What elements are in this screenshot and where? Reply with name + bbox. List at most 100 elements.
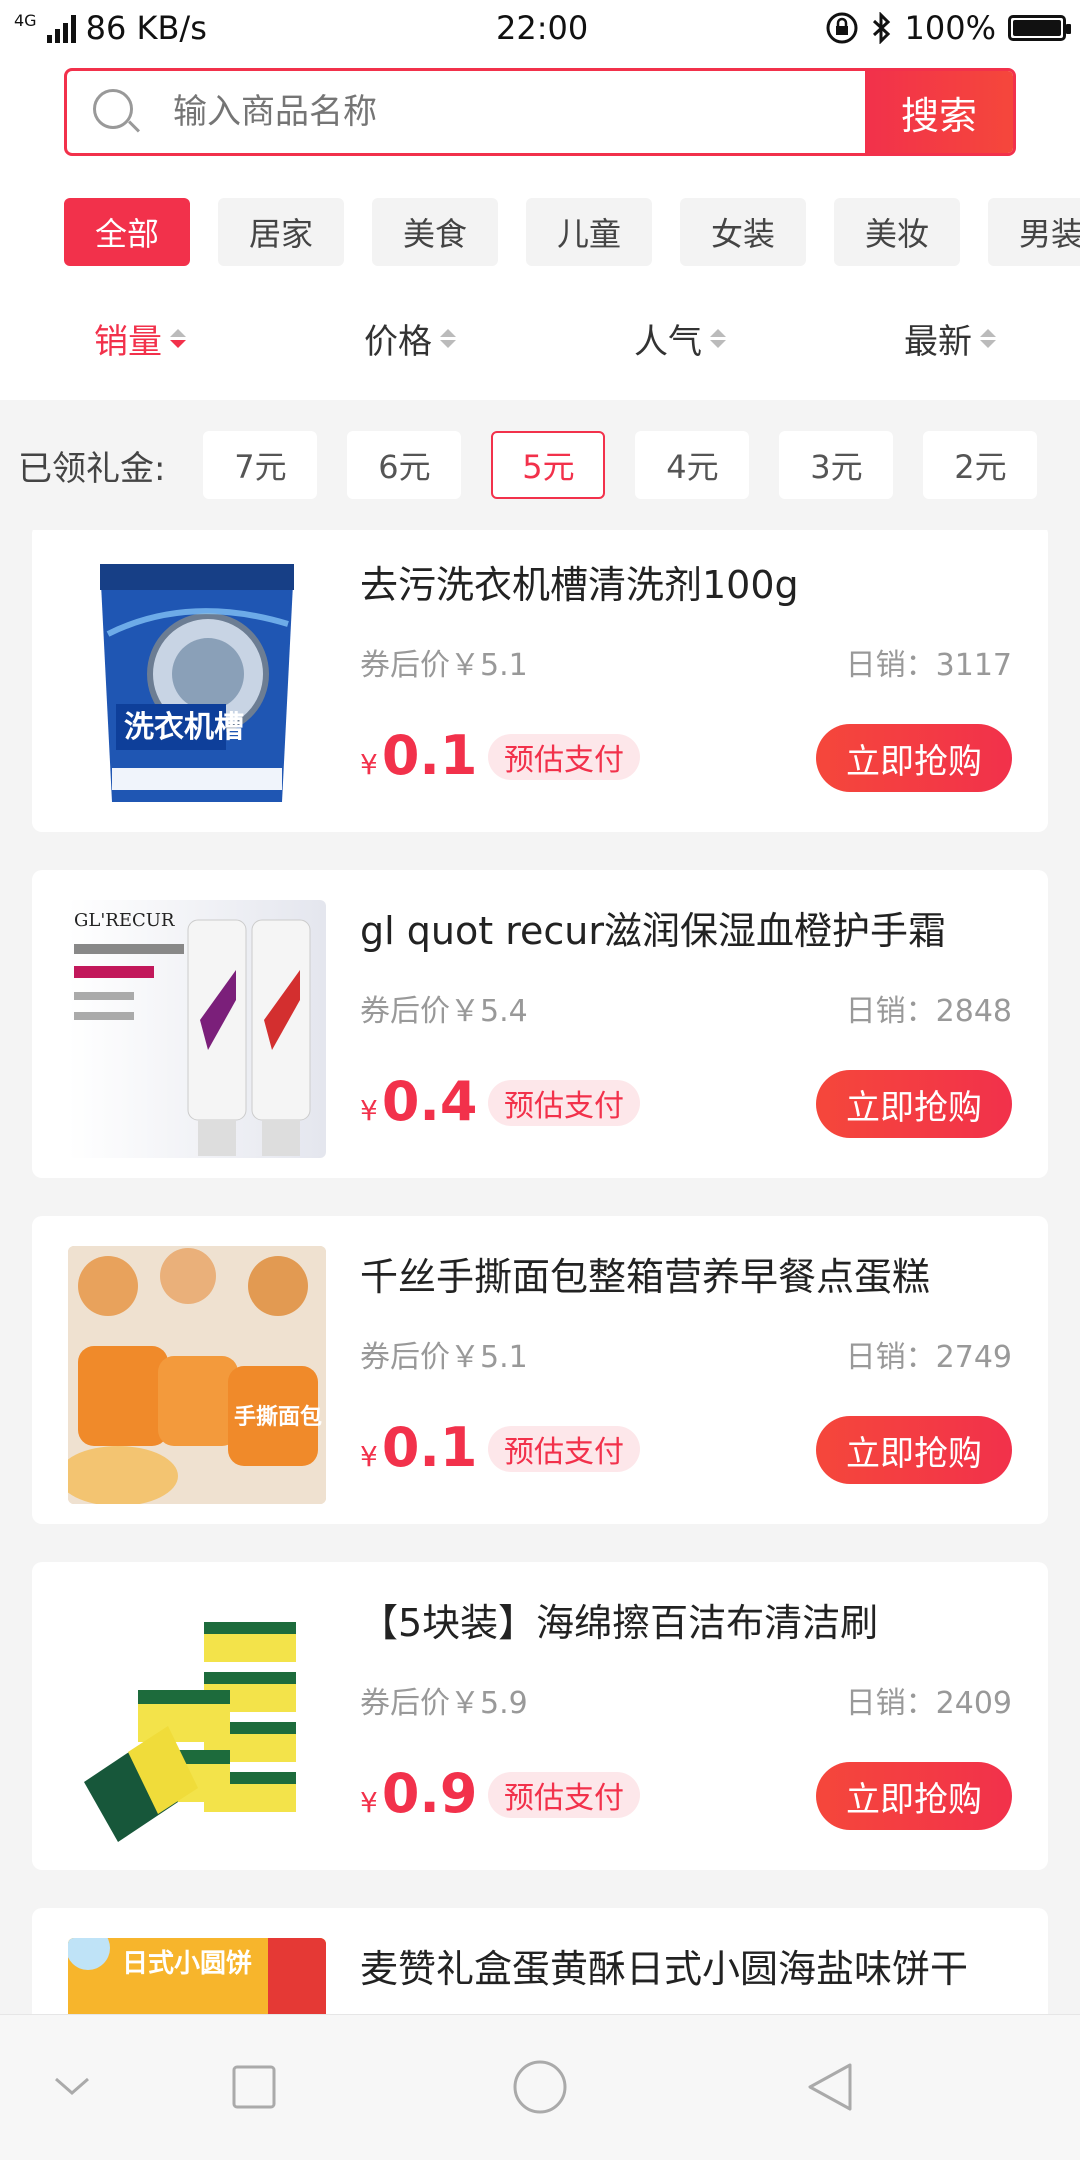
product-card[interactable]: 洗衣机槽 去污洗衣机槽清洗剂100g 券后价￥5.1 日销：3117 ¥ 0.1… [32, 530, 1048, 832]
sort-bar: 销量 价格 人气 最新 [0, 314, 1080, 374]
product-image-label: GL'RECUR [74, 910, 175, 931]
product-meta: 券后价￥5.1 日销：3117 [360, 640, 1012, 684]
category-tab-home[interactable]: 居家 [218, 198, 344, 266]
product-title[interactable]: 千丝手撕面包整箱营养早餐点蛋糕 [360, 1246, 930, 1301]
battery-percent: 100% [904, 9, 996, 47]
bluetooth-icon [872, 12, 890, 44]
category-tab-beauty[interactable]: 美妆 [834, 198, 960, 266]
product-meta: 券后价￥5.1 日销：2749 [360, 1332, 1012, 1376]
gift-option-7[interactable]: 7元 [203, 431, 318, 499]
product-price: ¥ 0.4 [360, 1070, 478, 1133]
product-image-label: 洗衣机槽 [124, 710, 244, 745]
buy-now-button[interactable]: 立即抢购 [816, 1762, 1012, 1830]
after-coupon-price: 券后价￥5.1 [360, 648, 528, 683]
after-coupon-price: 券后价￥5.9 [360, 1686, 528, 1721]
sort-sales[interactable]: 销量 [94, 314, 186, 363]
sort-sales-label: 销量 [94, 322, 162, 362]
product-price: ¥ 0.1 [360, 1416, 478, 1479]
search-bar: 搜索 [64, 68, 1016, 156]
product-meta: 券后价￥5.9 日销：2409 [360, 1678, 1012, 1722]
home-circle-icon[interactable] [508, 2055, 572, 2119]
sort-popularity-label: 人气 [634, 322, 702, 362]
recent-apps-square-icon[interactable] [222, 2055, 286, 2119]
currency-symbol: ¥ [360, 1094, 378, 1127]
daily-sales: 日销：2749 [845, 1340, 1012, 1375]
sort-arrows-icon [440, 329, 456, 348]
estimate-badge: 预估支付 [488, 1772, 640, 1818]
after-coupon-price: 券后价￥5.4 [360, 994, 528, 1029]
estimate-badge: 预估支付 [488, 734, 640, 780]
status-bar: 4G 86 KB/s 22:00 100% [0, 0, 1080, 56]
gift-option-2[interactable]: 2元 [923, 431, 1038, 499]
signal-icon [46, 13, 76, 43]
category-tab-men[interactable]: 男装 [988, 198, 1080, 266]
category-tab-all[interactable]: 全部 [64, 198, 190, 266]
sort-price[interactable]: 价格 [364, 314, 456, 363]
buy-now-button[interactable]: 立即抢购 [816, 1070, 1012, 1138]
price-value: 0.4 [381, 1070, 478, 1133]
product-image: 日式小圆饼 [68, 1938, 326, 2014]
product-title[interactable]: 麦赞礼盒蛋黄酥日式小圆海盐味饼干 [360, 1938, 968, 1993]
system-nav-bar [0, 2014, 1080, 2160]
daily-sales: 日销：2409 [845, 1686, 1012, 1721]
product-card[interactable]: GL'RECUR gl quot recur滋润保湿血橙护手霜 券后价￥5.4 … [32, 870, 1048, 1178]
network-label: 4G [14, 10, 37, 30]
buy-now-button[interactable]: 立即抢购 [816, 724, 1012, 792]
sort-newest-label: 最新 [904, 322, 972, 362]
sort-arrows-icon [170, 329, 186, 348]
gift-filter-label: 已领礼金: [18, 448, 166, 489]
product-image-label: 手撕面包 [234, 1404, 322, 1430]
search-input[interactable] [173, 92, 773, 132]
price-value: 0.9 [381, 1762, 478, 1825]
product-image: GL'RECUR [68, 900, 326, 1158]
currency-symbol: ¥ [360, 1786, 378, 1819]
estimate-badge: 预估支付 [488, 1080, 640, 1126]
after-coupon-price: 券后价￥5.1 [360, 1340, 528, 1375]
product-title[interactable]: 去污洗衣机槽清洗剂100g [360, 554, 799, 609]
status-right: 100% [825, 9, 1071, 47]
search-icon [93, 89, 141, 135]
price-value: 0.1 [381, 1416, 478, 1479]
search-button[interactable]: 搜索 [865, 71, 1013, 153]
product-price: ¥ 0.1 [360, 724, 478, 787]
product-title[interactable]: 【5块装】海绵擦百洁布清洁刷 [360, 1592, 878, 1647]
product-image: 手撕面包 [68, 1246, 326, 1504]
buy-now-button[interactable]: 立即抢购 [816, 1416, 1012, 1484]
sort-newest[interactable]: 最新 [904, 314, 996, 363]
sort-popularity[interactable]: 人气 [634, 314, 726, 363]
sort-arrows-icon [710, 329, 726, 348]
product-card[interactable]: 手撕面包 千丝手撕面包整箱营养早餐点蛋糕 券后价￥5.1 日销：2749 ¥ 0… [32, 1216, 1048, 1524]
network-speed: 86 KB/s [85, 9, 207, 47]
search-box[interactable] [67, 71, 865, 153]
sort-price-label: 价格 [364, 322, 432, 362]
estimate-badge: 预估支付 [488, 1426, 640, 1472]
category-tabs: 全部 居家 美食 儿童 女装 美妆 男装 [64, 198, 1080, 266]
header: 搜索 全部 居家 美食 儿童 女装 美妆 男装 销量 价格 人气 最新 [0, 56, 1080, 400]
clock: 22:00 [496, 9, 589, 47]
daily-sales: 日销：2848 [845, 994, 1012, 1029]
status-left: 4G 86 KB/s [14, 9, 207, 47]
gift-option-4[interactable]: 4元 [635, 431, 750, 499]
sort-arrows-icon [980, 329, 996, 348]
category-tab-kids[interactable]: 儿童 [526, 198, 652, 266]
currency-symbol: ¥ [360, 748, 378, 781]
product-list: 洗衣机槽 去污洗衣机槽清洗剂100g 券后价￥5.1 日销：3117 ¥ 0.1… [32, 530, 1048, 2014]
category-tab-food[interactable]: 美食 [372, 198, 498, 266]
back-triangle-icon[interactable] [798, 2055, 862, 2119]
price-value: 0.1 [381, 724, 478, 787]
rotation-lock-icon [826, 12, 858, 44]
daily-sales: 日销：3117 [845, 648, 1012, 683]
currency-symbol: ¥ [360, 1440, 378, 1473]
gift-option-3[interactable]: 3元 [779, 431, 894, 499]
gift-option-6[interactable]: 6元 [347, 431, 462, 499]
chevron-down-icon[interactable] [40, 2055, 104, 2119]
product-meta: 券后价￥5.4 日销：2848 [360, 986, 1012, 1030]
gift-option-5[interactable]: 5元 [491, 431, 606, 499]
product-title[interactable]: gl quot recur滋润保湿血橙护手霜 [360, 900, 946, 955]
category-tab-women[interactable]: 女装 [680, 198, 806, 266]
product-card[interactable]: 【5块装】海绵擦百洁布清洁刷 券后价￥5.9 日销：2409 ¥ 0.9 预估支… [32, 1562, 1048, 1870]
product-card[interactable]: 日式小圆饼 麦赞礼盒蛋黄酥日式小圆海盐味饼干 [32, 1908, 1048, 2014]
battery-icon [1008, 15, 1071, 41]
product-price: ¥ 0.9 [360, 1762, 478, 1825]
product-image [68, 1592, 326, 1850]
